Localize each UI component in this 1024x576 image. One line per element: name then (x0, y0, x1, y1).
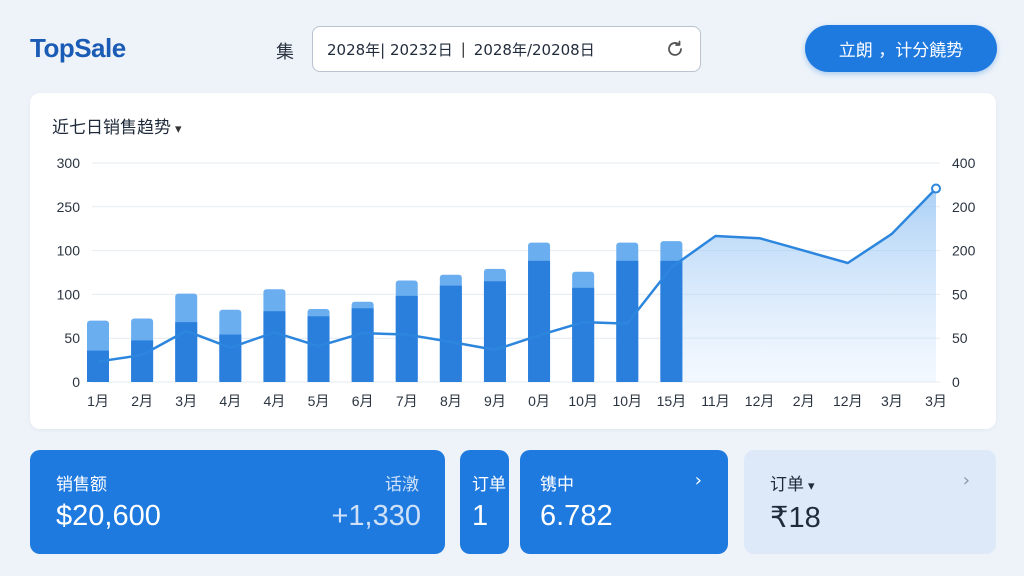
y-tick-label-left: 0 (72, 374, 80, 390)
sales-card-sub-label: 话潡 (385, 475, 419, 495)
date-end: 2028年/20208日 (473, 40, 595, 59)
y-tick-label-left: 100 (57, 286, 81, 302)
sales-card-label: 销售额 (56, 475, 107, 495)
orders-card-chevron-icon[interactable]: › (963, 470, 970, 491)
bar-value (87, 350, 109, 382)
y-tick-label-right: 50 (952, 286, 968, 302)
bar-value (307, 316, 330, 382)
metric-card[interactable]: 镌中 6.782 › (520, 450, 728, 554)
y-tick-label-left: 300 (57, 155, 81, 171)
x-tick-label: 7月 (396, 393, 418, 409)
x-tick-label: 0月 (528, 393, 550, 409)
x-tick-label: 9月 (484, 393, 506, 409)
orders-card-label: 订单 ▾ (770, 470, 815, 495)
bar-value (439, 285, 462, 382)
date-start: 2028年| 20232日 (327, 40, 453, 59)
trend-area (671, 188, 936, 382)
bar-value (616, 260, 639, 382)
sales-card-value: $20,600 (56, 500, 161, 532)
y-tick-label-left: 50 (64, 330, 80, 346)
y-tick-label-right: 400 (952, 155, 976, 171)
y-tick-label-left: 250 (57, 199, 81, 215)
x-tick-label: 15月 (657, 393, 687, 409)
orders-card-label-text: 订单 (770, 475, 804, 495)
bar-value (351, 308, 374, 382)
bar-value (131, 340, 154, 382)
bar-value (263, 311, 286, 382)
x-tick-label: 4月 (264, 393, 286, 409)
x-tick-label: 4月 (219, 393, 241, 409)
x-tick-label: 2月 (793, 393, 815, 409)
bar-value (572, 287, 595, 382)
sales-trend-chart: 300 400 250 200 100 200 100 50 50 50 0 0 1月 2月 3月 4月 4月 5… (57, 155, 976, 409)
bar-value (483, 281, 506, 382)
x-tick-label: 11月 (701, 393, 730, 409)
orders-card-narrow-label: 订单 (472, 475, 506, 495)
metric-card-label: 镌中 (540, 475, 574, 495)
orders-card-narrow-value: 1 (472, 500, 489, 532)
y-tick-label-right: 200 (952, 199, 976, 215)
range-label: 集 (276, 42, 294, 63)
y-tick-label-left: 100 (57, 243, 81, 259)
date-range-picker[interactable]: 2028年| 20232日 | 2028年/20208日 (312, 26, 701, 72)
orders-card-value: ₹18 (770, 502, 821, 534)
bar-value (528, 260, 551, 382)
y-tick-label-right: 0 (952, 374, 960, 390)
orders-card[interactable]: 订单 ▾ ₹18 › (744, 450, 996, 554)
x-tick-label: 3月 (175, 393, 197, 409)
refresh-icon[interactable] (664, 38, 686, 60)
x-tick-label: 3月 (881, 393, 903, 409)
x-tick-label: 5月 (308, 393, 330, 409)
orders-card-narrow[interactable]: 订单 1 (460, 450, 509, 554)
x-tick-label: 6月 (352, 393, 374, 409)
x-tick-label: 8月 (440, 393, 462, 409)
x-tick-label: 10月 (568, 393, 598, 409)
app-logo: TopSale (30, 33, 126, 63)
sales-trend-card: 近七日销售趋势 ▾ 300 400 250 200 100 200 100 50 50 50 0 0 1月… (30, 93, 996, 429)
x-tick-label: 12月 (745, 393, 775, 409)
y-tick-label-right: 50 (952, 330, 968, 346)
x-tick-label: 12月 (833, 393, 863, 409)
metric-card-value: 6.782 (540, 500, 613, 532)
bar-value (219, 334, 242, 382)
orders-card-dropdown-icon[interactable]: ▾ (808, 479, 815, 494)
x-tick-label: 10月 (612, 393, 642, 409)
date-separator: | (460, 40, 466, 58)
metric-card-chevron-icon[interactable]: › (695, 470, 702, 491)
x-tick-label: 2月 (131, 393, 153, 409)
bar-value (395, 295, 418, 382)
x-tick-label: 1月 (87, 393, 109, 409)
trend-end-point (931, 183, 941, 194)
trend-analysis-button[interactable]: 立朗 ，计分饒势 (805, 25, 997, 72)
sales-card-sub-value: +1,330 (331, 500, 421, 532)
y-tick-label-right: 200 (952, 243, 976, 259)
x-tick-label: 3月 (925, 393, 947, 409)
sales-card[interactable]: 销售额 $20,600 话潡 +1,330 (30, 450, 445, 554)
